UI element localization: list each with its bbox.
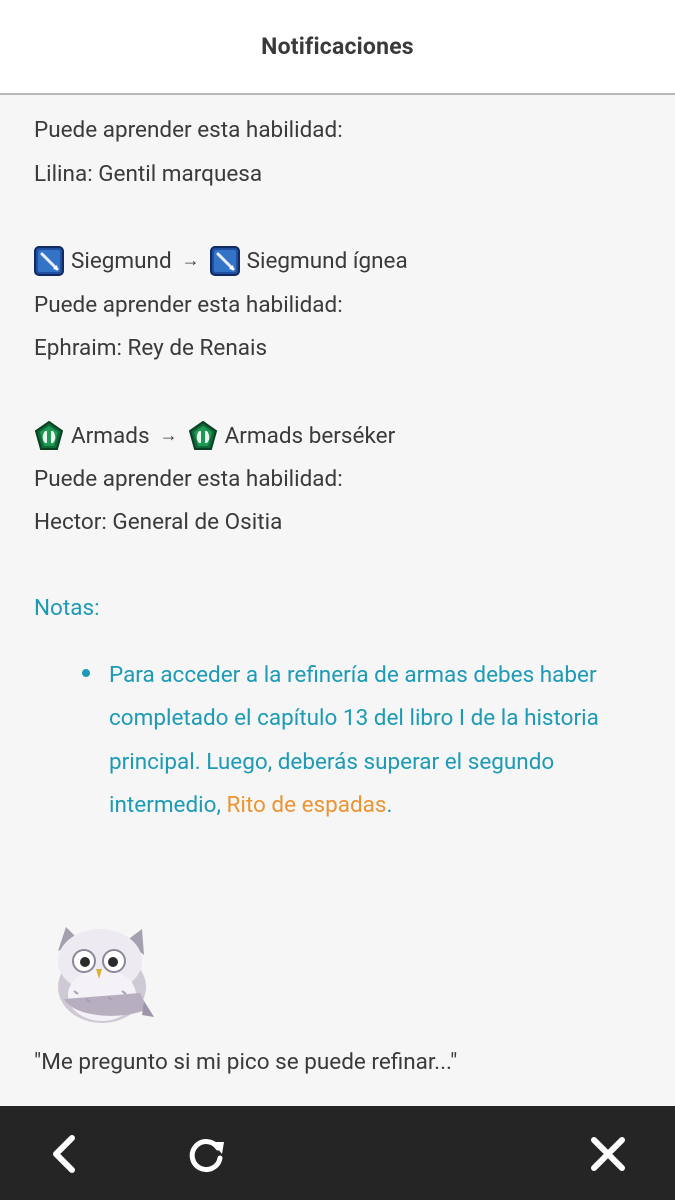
note-item: Para acceder a la refinería de armas deb… — [109, 654, 649, 827]
skill-upgrade-line: Armads → Armads berséker — [34, 421, 395, 451]
note-end: . — [386, 791, 393, 818]
learn-label: Puede aprender esta habilidad: — [34, 292, 343, 318]
axe-skill-icon — [188, 421, 217, 450]
page-title: Notificaciones — [261, 33, 414, 60]
arrow-icon: → — [159, 425, 178, 446]
rito-de-espadas-link[interactable]: Rito de espadas — [226, 792, 386, 818]
lance-skill-icon — [34, 246, 64, 276]
hero-name: Hector: General de Ositia — [34, 509, 283, 535]
bullet-dot — [82, 669, 90, 677]
notification-content[interactable]: Puede aprender esta habilidad: Lilina: G… — [0, 95, 675, 1106]
close-icon[interactable] — [586, 1132, 630, 1176]
header-bar: Notificaciones — [0, 0, 675, 95]
skill-icon-partial — [36, 95, 56, 99]
refresh-icon[interactable] — [184, 1132, 228, 1176]
skill-upgrade-line: Siegmund → Siegmund ígnea — [34, 246, 408, 276]
owl-quote: "Me pregunto si mi pico se puede refinar… — [34, 1049, 458, 1075]
bottom-navigation-bar — [0, 1106, 675, 1200]
owl-mascot-icon — [58, 927, 154, 1023]
arrow-icon: → — [181, 250, 200, 271]
hero-name: Ephraim: Rey de Renais — [34, 335, 268, 361]
hero-name: Lilina: Gentil marquesa — [34, 161, 263, 187]
notes-heading: Notas: — [34, 595, 100, 621]
lance-skill-icon — [209, 246, 240, 276]
learn-label: Puede aprender esta habilidad: — [34, 117, 343, 143]
skill-to: Armads berséker — [224, 423, 396, 449]
axe-skill-icon — [34, 421, 64, 450]
back-arrow-icon[interactable] — [42, 1132, 86, 1176]
skill-to: Siegmund ígnea — [246, 248, 408, 274]
skill-from: Armads — [71, 423, 150, 449]
skill-from: Siegmund — [71, 248, 172, 274]
learn-label: Puede aprender esta habilidad: — [34, 466, 343, 492]
